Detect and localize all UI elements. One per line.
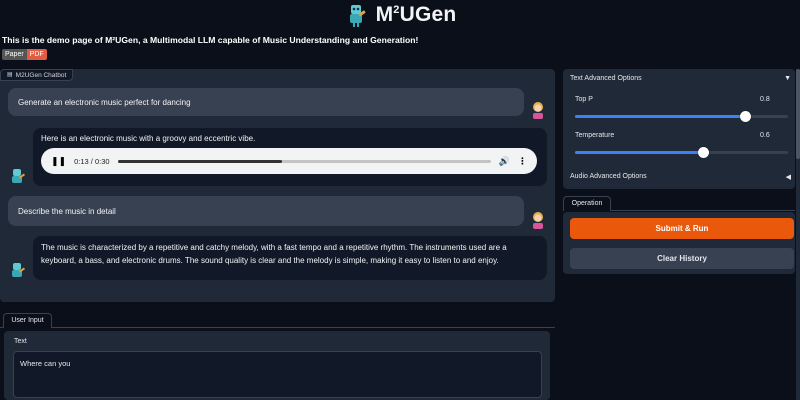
text-advanced-options-toggle[interactable]: Text Advanced Options xyxy=(570,75,642,82)
more-options-icon[interactable]: ⋮ xyxy=(518,156,527,167)
user-message: Describe the music in detail xyxy=(8,196,524,226)
tab-divider xyxy=(0,327,555,328)
bot-message: The music is characterized by a repetiti… xyxy=(33,236,547,280)
text-field-label: Text xyxy=(14,338,27,345)
audio-time: 0:13 / 0:30 xyxy=(74,156,110,166)
bot-message: Here is an electronic music with a groov… xyxy=(33,128,547,186)
operation-panel: Submit & Run Clear History xyxy=(563,212,795,274)
top-p-value[interactable]: 0.8 xyxy=(760,96,770,103)
top-p-label: Top P xyxy=(575,96,593,103)
user-message: Generate an electronic music perfect for… xyxy=(8,88,524,116)
advanced-options-panel: Text Advanced Options ▼ Top P 0.8 Temper… xyxy=(563,69,795,189)
robot-avatar-icon xyxy=(9,168,25,186)
app-header: M2UGen xyxy=(0,0,800,30)
pdf-badge-label: PDF xyxy=(26,49,47,60)
audio-progress-fill xyxy=(117,159,282,163)
temperature-label: Temperature xyxy=(575,132,615,139)
app-title: M2UGen xyxy=(375,3,457,26)
tab-user-input[interactable]: User Input xyxy=(3,313,52,328)
top-p-slider-thumb[interactable] xyxy=(740,111,752,122)
page-description: This is the demo page of M²UGen, a Multi… xyxy=(2,35,419,45)
scrollbar-thumb[interactable] xyxy=(796,69,800,159)
temperature-slider-fill xyxy=(575,151,703,154)
girl-avatar-icon xyxy=(530,101,546,119)
girl-avatar-icon xyxy=(530,211,546,229)
top-p-slider-fill xyxy=(575,115,746,118)
clear-history-button[interactable]: Clear History xyxy=(570,248,794,269)
temperature-slider-thumb[interactable] xyxy=(697,147,709,158)
robot-avatar-icon xyxy=(9,262,25,280)
chatbot-label: ▤ M2UGen Chatbot xyxy=(0,69,74,81)
submit-run-button[interactable]: Submit & Run xyxy=(570,218,794,239)
temperature-slider[interactable] xyxy=(575,147,788,158)
robot-guitar-icon xyxy=(349,5,366,27)
top-p-slider[interactable] xyxy=(575,111,788,122)
paper-badge[interactable]: Paper PDF xyxy=(2,49,47,60)
chevron-left-icon[interactable]: ◀ xyxy=(786,173,791,181)
bot-message-text: Here is an electronic music with a groov… xyxy=(41,134,256,143)
chevron-down-icon[interactable]: ▼ xyxy=(784,75,791,82)
pause-icon[interactable]: ❚❚ xyxy=(51,156,66,167)
audio-progress-bar[interactable] xyxy=(117,159,491,163)
page-scrollbar[interactable] xyxy=(796,69,800,400)
chatbot-panel: ▤ M2UGen Chatbot Generate an electronic … xyxy=(0,69,555,302)
tab-operation[interactable]: Operation xyxy=(563,196,611,211)
volume-icon[interactable]: 🔊 xyxy=(499,156,510,167)
chat-icon: ▤ xyxy=(7,71,13,78)
user-input-panel: Text xyxy=(4,331,550,400)
temperature-value[interactable]: 0.6 xyxy=(760,132,770,139)
text-input[interactable] xyxy=(13,351,542,398)
paper-badge-label: Paper xyxy=(2,49,27,60)
audio-advanced-options-toggle[interactable]: Audio Advanced Options xyxy=(570,173,647,180)
audio-player[interactable]: ❚❚ 0:13 / 0:30 🔊 ⋮ xyxy=(41,148,537,174)
